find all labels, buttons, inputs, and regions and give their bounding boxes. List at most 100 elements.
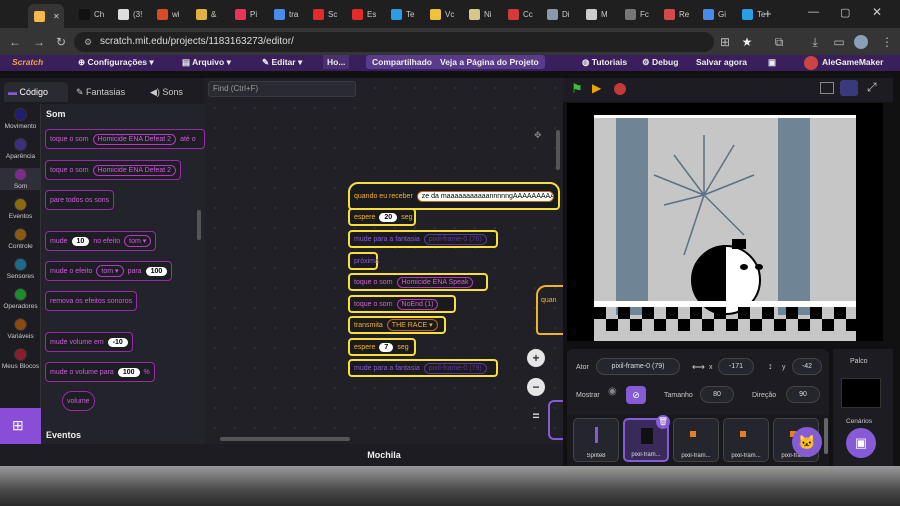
translate-icon[interactable]: ⊞ <box>716 33 734 51</box>
browser-tab[interactable]: Vc <box>430 4 465 24</box>
direction-input[interactable]: 90 <box>786 386 820 403</box>
zoom-in-button[interactable]: + <box>527 349 545 367</box>
script-next-costume[interactable]: próxima <box>348 252 379 270</box>
browser-tab[interactable]: wi <box>157 4 192 24</box>
save-now-button[interactable]: Salvar agora <box>696 55 747 69</box>
hide-icon[interactable]: ⊘ <box>626 386 646 404</box>
find-input[interactable]: Find (Ctrl+F) <box>208 81 356 97</box>
category-1[interactable]: Aparência <box>0 138 41 160</box>
browser-tab[interactable]: Pi <box>235 4 270 24</box>
block-set-volume[interactable]: mude o volume para 100 % <box>45 362 155 382</box>
block-change-volume[interactable]: mude volume em -10 <box>45 332 133 352</box>
close-window-icon[interactable]: ✕ <box>872 5 882 19</box>
sprite-tile[interactable]: Sprite8 <box>573 418 619 462</box>
block-set-effect[interactable]: mude o efeito tom ▾ para 100 <box>45 261 173 281</box>
tab-sounds[interactable]: ◀) Sons <box>146 82 200 102</box>
category-3[interactable]: Eventos <box>0 198 41 220</box>
forward-icon[interactable]: → <box>30 33 48 51</box>
browser-tab[interactable]: Cc <box>508 4 543 24</box>
browser-tab[interactable]: Di <box>547 4 582 24</box>
add-sprite-button[interactable]: 🐱 <box>792 427 822 457</box>
tab-costumes[interactable]: ✎ Fantasias <box>72 82 140 102</box>
green-flag-icon[interactable]: ⚑ <box>571 81 583 97</box>
browser-tab[interactable]: Re <box>664 4 699 24</box>
sound-dropdown[interactable]: NoEnd (1) <box>396 298 439 310</box>
script-hat-when-receive[interactable]: quando eu receber ze da maaaaaaaaaaannnn… <box>348 182 560 210</box>
address-bar[interactable]: ⚙ scratch.mit.edu/projects/1183163273/ed… <box>74 32 714 52</box>
see-project-page-button[interactable]: Veja a Página do Projeto <box>434 55 545 69</box>
category-2[interactable]: Som <box>0 168 41 190</box>
volume-change-input[interactable]: -10 <box>107 337 128 347</box>
reload-icon[interactable]: ↻ <box>52 33 70 51</box>
zoom-reset-button[interactable]: = <box>527 407 545 425</box>
y-position-input[interactable]: -42 <box>792 358 822 375</box>
menu-edit[interactable]: ✎ Editar ▾ <box>262 55 302 69</box>
effect-change-input[interactable]: 10 <box>71 236 90 246</box>
block-clear-effects[interactable]: remova os efeitos sonoros <box>45 291 138 311</box>
category-7[interactable]: Variáveis <box>0 318 41 340</box>
message-dropdown[interactable]: ze da maaaaaaaaaaannnnngAAAAAAAAAA <box>416 190 554 202</box>
username[interactable]: AleGameMaker <box>822 55 883 69</box>
size-input[interactable]: 80 <box>700 386 734 403</box>
workspace-h-scrollbar[interactable] <box>220 437 350 441</box>
browser-tab[interactable]: Ni <box>469 4 504 24</box>
close-tab-icon[interactable]: ✕ <box>53 12 60 21</box>
script-wait-2[interactable]: espere 7 seg <box>348 338 416 356</box>
backpack-bar[interactable]: Mochila <box>205 444 563 466</box>
tab-code[interactable]: ▬ Código <box>4 82 68 102</box>
script-switch-costume-1[interactable]: mude para a fantasia pixil-frame-0 (76) <box>348 230 498 248</box>
user-avatar[interactable] <box>804 56 818 70</box>
sprite-list-scrollbar[interactable] <box>824 418 828 454</box>
menu-file[interactable]: ▤ Arquivo ▾ <box>182 55 231 69</box>
partial-script-block[interactable]: quan <box>536 285 563 335</box>
workspace-v-scrollbar[interactable] <box>556 130 560 170</box>
browser-tab[interactable]: M <box>586 4 621 24</box>
wait-input[interactable]: 20 <box>379 212 398 222</box>
browser-tab[interactable]: ✕ <box>28 4 64 28</box>
browser-menu-icon[interactable]: ⋮ <box>878 33 896 51</box>
script-play-sound-2[interactable]: toque o som NoEnd (1) <box>348 295 456 313</box>
script-wait-1[interactable]: espere 20 seg <box>348 208 416 226</box>
add-extension-button[interactable]: ⊞ <box>0 408 41 444</box>
project-title-input[interactable]: Ho... <box>323 55 350 69</box>
reporter-volume[interactable]: volume <box>62 391 95 411</box>
sound-dropdown[interactable]: Homicide ENA Speak <box>396 276 474 288</box>
extensions-icon[interactable]: ⧉ <box>770 33 788 51</box>
scratch-logo[interactable]: Scratch <box>12 55 43 69</box>
profile-avatar[interactable] <box>854 35 868 49</box>
sprite-tile[interactable]: pixil-fram... <box>673 418 719 462</box>
menu-debug[interactable]: ⚙ Debug <box>642 55 678 69</box>
partial-script-block-2[interactable] <box>548 400 563 440</box>
costume-dropdown[interactable]: pixil-frame-0 (76) <box>423 233 487 245</box>
play-turbo-icon[interactable]: ▶ <box>592 81 601 95</box>
stage-thumbnail[interactable] <box>841 378 881 408</box>
effect-dropdown[interactable]: tom ▾ <box>124 235 152 247</box>
category-5[interactable]: Sensores <box>0 258 41 280</box>
browser-tab[interactable]: (3! <box>118 4 153 24</box>
bookmark-star-icon[interactable]: ★ <box>738 33 756 51</box>
browser-tab[interactable]: Es <box>352 4 387 24</box>
menu-tutorials[interactable]: ◍ Tutoriais <box>582 55 627 69</box>
browser-tab[interactable]: & <box>196 4 231 24</box>
palette-scrollbar[interactable] <box>197 210 201 240</box>
volume-set-input[interactable]: 100 <box>117 367 140 377</box>
browser-tab[interactable]: Sc <box>313 4 348 24</box>
sprite-name-input[interactable]: pixil-frame-0 (79) <box>596 358 680 375</box>
broadcast-dropdown[interactable]: THE RACE ▾ <box>386 319 438 331</box>
my-stuff-icon[interactable]: ▣ <box>768 55 776 69</box>
fullscreen-icon[interactable]: ⤢ <box>867 80 877 95</box>
script-broadcast[interactable]: transmita THE RACE ▾ <box>348 316 446 334</box>
site-info-icon[interactable]: ⚙ <box>84 32 92 52</box>
minimize-icon[interactable]: — <box>808 6 819 18</box>
category-6[interactable]: Operadores <box>0 288 41 310</box>
script-area[interactable] <box>205 78 563 444</box>
browser-tab[interactable]: Gi <box>703 4 738 24</box>
normal-stage-icon[interactable] <box>840 80 858 96</box>
sound-dropdown[interactable]: Homicide ENA Defeat 2 <box>92 133 177 145</box>
browser-tab[interactable]: Ch <box>79 4 114 24</box>
show-visible-icon[interactable]: ◉ <box>608 386 617 397</box>
block-start-sound[interactable]: toque o som Homicide ENA Defeat 2 <box>45 160 182 180</box>
category-4[interactable]: Controle <box>0 228 41 250</box>
new-tab-button[interactable]: + <box>764 6 772 21</box>
side-panel-icon[interactable]: ▭ <box>830 33 848 51</box>
